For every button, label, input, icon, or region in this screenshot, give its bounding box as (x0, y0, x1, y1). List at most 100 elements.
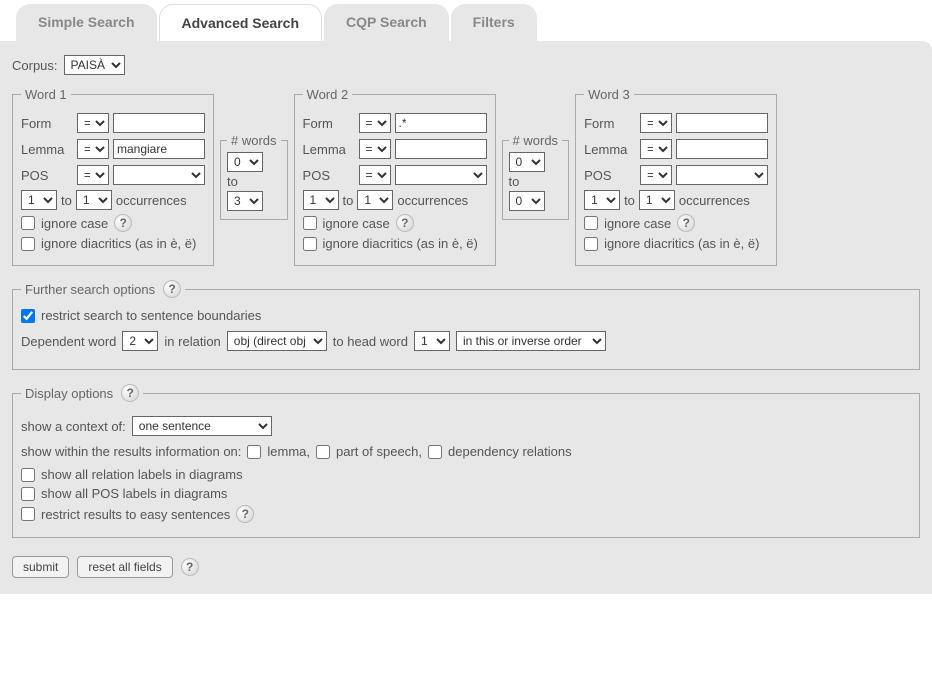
info-pos-label: part of speech, (336, 444, 422, 459)
nwords2-from[interactable]: 0 (509, 152, 545, 172)
all-pos-label: show all POS labels in diagrams (41, 486, 227, 501)
context-label: show a context of: (21, 419, 126, 434)
word2-form-label: Form (303, 116, 355, 131)
word3-form-op[interactable]: = (640, 113, 672, 133)
context-select[interactable]: one sentence (132, 416, 272, 436)
word3-occ-from[interactable]: 1 (584, 190, 620, 210)
word1-to-label: to (61, 193, 72, 208)
word2-to-label: to (343, 193, 354, 208)
word3-form-input[interactable] (676, 113, 768, 133)
tab-cqp[interactable]: CQP Search (324, 4, 449, 41)
word2-pos-op[interactable]: = (359, 165, 391, 185)
restrict-sentence-checkbox[interactable] (21, 309, 35, 323)
in-relation-label: in relation (164, 334, 220, 349)
help-icon[interactable]: ? (236, 505, 254, 523)
order-select[interactable]: in this or inverse order (456, 331, 606, 351)
word3-ignorecase-checkbox[interactable] (584, 216, 598, 230)
word2-ignorecase-checkbox[interactable] (303, 216, 317, 230)
info-label: show within the results information on: (21, 444, 241, 459)
word3-pos-select[interactable] (676, 165, 768, 185)
corpus-label: Corpus: (12, 58, 58, 73)
word2-occ-label: occurrences (397, 193, 468, 208)
tab-simple[interactable]: Simple Search (16, 4, 157, 41)
word3-lemma-label: Lemma (584, 142, 636, 157)
all-rel-label: show all relation labels in diagrams (41, 467, 243, 482)
word1-pos-label: POS (21, 168, 73, 183)
nwords2-legend: # words (509, 133, 563, 148)
word3-pos-op[interactable]: = (640, 165, 672, 185)
all-pos-checkbox[interactable] (21, 487, 35, 501)
word2-lemma-op[interactable]: = (359, 139, 391, 159)
word3-ignorecase-label: ignore case (604, 216, 671, 231)
tab-filters[interactable]: Filters (451, 4, 537, 41)
word2-occ-from[interactable]: 1 (303, 190, 339, 210)
to-head-label: to head word (333, 334, 408, 349)
word1-ignorecase-checkbox[interactable] (21, 216, 35, 230)
all-rel-checkbox[interactable] (21, 468, 35, 482)
word1-ignorecase-label: ignore case (41, 216, 108, 231)
help-icon[interactable]: ? (181, 558, 199, 576)
nwords2-to-label: to (509, 174, 520, 189)
word2-pos-select[interactable] (395, 165, 487, 185)
nwords1-legend: # words (227, 133, 281, 148)
word3-pos-label: POS (584, 168, 636, 183)
word2-ignorediac-checkbox[interactable] (303, 237, 317, 251)
word3-legend: Word 3 (584, 87, 634, 102)
word1-lemma-op[interactable]: = (77, 139, 109, 159)
help-icon[interactable]: ? (163, 280, 181, 298)
word2-lemma-input[interactable] (395, 139, 487, 159)
word2-ignorediac-label: ignore diacritics (as in è, ë) (323, 236, 478, 251)
word2-fieldset: Word 2 Form = Lemma = POS = 1 to 1 occur… (294, 87, 496, 266)
help-icon[interactable]: ? (677, 214, 695, 232)
word2-form-op[interactable]: = (359, 113, 391, 133)
restrict-sentence-label: restrict search to sentence boundaries (41, 308, 261, 323)
relation-select[interactable]: obj (direct obj (227, 331, 327, 351)
info-lemma-label: lemma, (267, 444, 310, 459)
info-pos-checkbox[interactable] (316, 445, 330, 459)
further-options-fieldset: Further search options ? restrict search… (12, 280, 920, 370)
tab-advanced[interactable]: Advanced Search (159, 4, 323, 41)
word2-pos-label: POS (303, 168, 355, 183)
info-lemma-checkbox[interactable] (247, 445, 261, 459)
word1-form-input[interactable] (113, 113, 205, 133)
word1-ignorediac-checkbox[interactable] (21, 237, 35, 251)
help-icon[interactable]: ? (396, 214, 414, 232)
info-dep-label: dependency relations (448, 444, 572, 459)
word1-form-op[interactable]: = (77, 113, 109, 133)
word3-form-label: Form (584, 116, 636, 131)
dependent-word-select[interactable]: 2 (122, 331, 158, 351)
word3-fieldset: Word 3 Form = Lemma = POS = 1 to 1 occur… (575, 87, 777, 266)
help-icon[interactable]: ? (121, 384, 139, 402)
word1-fieldset: Word 1 Form = Lemma = POS = 1 to 1 occur… (12, 87, 214, 266)
nwords1-from[interactable]: 0 (227, 152, 263, 172)
word3-ignorediac-checkbox[interactable] (584, 237, 598, 251)
word1-lemma-input[interactable] (113, 139, 205, 159)
word1-legend: Word 1 (21, 87, 71, 102)
word3-to-label: to (624, 193, 635, 208)
word3-lemma-op[interactable]: = (640, 139, 672, 159)
corpus-select[interactable]: PAISÀ (64, 55, 125, 75)
word2-legend: Word 2 (303, 87, 353, 102)
word2-form-input[interactable] (395, 113, 487, 133)
word3-lemma-input[interactable] (676, 139, 768, 159)
word2-occ-to[interactable]: 1 (357, 190, 393, 210)
nwords1-to[interactable]: 3 (227, 191, 263, 211)
easy-label: restrict results to easy sentences (41, 507, 230, 522)
info-dep-checkbox[interactable] (428, 445, 442, 459)
head-word-select[interactable]: 1 (414, 331, 450, 351)
easy-checkbox[interactable] (21, 507, 35, 521)
nwords2-to[interactable]: 0 (509, 191, 545, 211)
word1-occ-from[interactable]: 1 (21, 190, 57, 210)
word1-occ-to[interactable]: 1 (76, 190, 112, 210)
submit-button[interactable]: submit (12, 556, 69, 578)
word3-occ-label: occurrences (679, 193, 750, 208)
word1-pos-op[interactable]: = (77, 165, 109, 185)
word1-ignorediac-label: ignore diacritics (as in è, ë) (41, 236, 196, 251)
reset-button[interactable]: reset all fields (77, 556, 172, 578)
help-icon[interactable]: ? (114, 214, 132, 232)
word3-occ-to[interactable]: 1 (639, 190, 675, 210)
display-legend: Display options (25, 386, 113, 401)
word1-pos-select[interactable] (113, 165, 205, 185)
word3-ignorediac-label: ignore diacritics (as in è, ë) (604, 236, 759, 251)
word2-lemma-label: Lemma (303, 142, 355, 157)
